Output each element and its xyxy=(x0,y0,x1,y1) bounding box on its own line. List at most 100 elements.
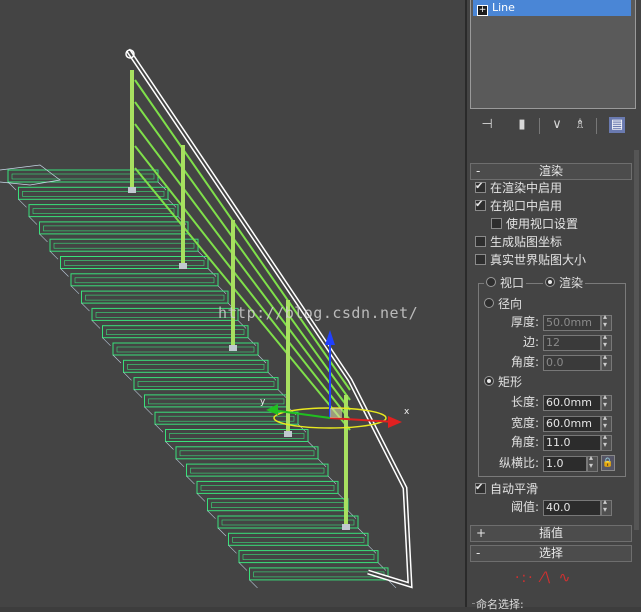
stair-step xyxy=(18,186,169,200)
gizmo-y-axis xyxy=(271,409,331,419)
post-base xyxy=(229,345,237,351)
lock-icon[interactable]: 🔒 xyxy=(601,455,615,471)
stair-wire xyxy=(297,423,307,433)
thickness-input[interactable]: 50.0mm xyxy=(543,315,601,331)
collapse-icon: - xyxy=(476,164,481,178)
stair-wire xyxy=(18,199,27,208)
expand-icon[interactable]: + xyxy=(477,5,488,16)
stair-step-inner xyxy=(169,433,305,439)
stair-wire xyxy=(307,441,317,450)
gizmo-y-label: y xyxy=(260,397,266,407)
stair-step-inner xyxy=(53,242,195,249)
toolbar-divider xyxy=(596,118,597,134)
stair-wire xyxy=(367,545,377,554)
stair-step xyxy=(207,498,349,512)
sides-input[interactable]: 12 xyxy=(543,335,601,351)
stair-wire xyxy=(249,579,258,589)
infill-rail xyxy=(134,167,351,431)
stair-wire xyxy=(70,285,80,295)
gizmo-x-arrow xyxy=(388,416,402,428)
stair-step xyxy=(175,446,319,460)
interpolation-rollout-header[interactable]: + 插值 xyxy=(470,525,632,542)
segment-icon[interactable]: ⁄\ xyxy=(541,570,552,586)
render-mode-radio[interactable]: 渲染 xyxy=(543,275,586,291)
stair-step-inner xyxy=(127,363,265,370)
stair-step-inner xyxy=(242,554,375,560)
stair-step xyxy=(217,515,359,529)
enable-in-renderer-checkbox[interactable]: 在渲染中启用 xyxy=(475,179,562,196)
show-end-result-icon[interactable]: ▮ xyxy=(514,117,530,133)
threshold-label: 阈值: xyxy=(511,500,540,514)
aspect-label: 纵横比: xyxy=(499,456,540,470)
use-viewport-settings-checkbox[interactable]: 使用视口设置 xyxy=(491,216,578,232)
stair-wire xyxy=(28,216,38,225)
radial-radio[interactable]: 径向 xyxy=(484,296,522,312)
aspect-input[interactable]: 1.0 xyxy=(543,456,587,472)
viewport-mode-radio[interactable]: 视口 xyxy=(484,275,527,291)
stair-wire xyxy=(207,268,217,277)
checkbox-icon xyxy=(475,254,486,265)
stair-wire xyxy=(327,475,337,485)
width-label: 宽度: xyxy=(511,416,540,430)
auto-smooth-checkbox[interactable]: 自动平滑 xyxy=(475,480,538,497)
stair-wire xyxy=(257,354,267,364)
radio-icon xyxy=(545,277,555,287)
stair-wire xyxy=(347,510,357,519)
enable-in-viewport-checkbox[interactable]: 在视口中启用 xyxy=(475,197,562,214)
stair-wire xyxy=(377,562,387,571)
length-input[interactable]: 60.0mm xyxy=(543,395,601,411)
stair-step-inner xyxy=(200,485,335,491)
stair-wire xyxy=(123,372,132,381)
stair-step xyxy=(133,377,279,391)
thickness-spinner[interactable] xyxy=(601,312,612,331)
configure-modifier-sets-icon[interactable]: ▤ xyxy=(609,117,625,133)
stair-step-inner xyxy=(232,536,365,543)
stair-step-inner xyxy=(95,312,235,318)
stair-wire xyxy=(317,458,327,468)
length-spinner[interactable] xyxy=(601,392,612,411)
infill-rail xyxy=(134,123,351,411)
stair-wire xyxy=(91,320,101,329)
width-spinner[interactable] xyxy=(601,413,612,432)
threshold-spinner[interactable] xyxy=(601,497,612,516)
stair-wire xyxy=(175,458,185,468)
gizmo-x-label: x xyxy=(404,407,410,417)
vertex-icon[interactable]: ·:· xyxy=(515,570,535,586)
radial-angle-spinner[interactable] xyxy=(601,352,612,371)
thickness-label: 厚度: xyxy=(511,315,540,329)
make-unique-icon[interactable]: ∨ xyxy=(549,117,565,133)
rendering-rollout-header[interactable]: - 渲染 xyxy=(470,163,632,180)
remove-modifier-icon[interactable]: ♗ xyxy=(572,117,588,133)
threshold-input[interactable]: 40.0 xyxy=(543,500,601,516)
spline-icon[interactable]: ∿ xyxy=(559,570,573,586)
stair-step-inner xyxy=(106,329,245,336)
pin-stack-icon[interactable]: ⊣ xyxy=(479,117,495,133)
expand-icon: + xyxy=(476,526,487,540)
modifier-stack-list[interactable]: + Line xyxy=(470,0,636,109)
watermark-text: http://blog.csdn.net/ xyxy=(218,304,419,322)
stair-wire xyxy=(165,441,174,450)
post-base xyxy=(179,263,187,269)
rect-angle-input[interactable]: 11.0 xyxy=(543,435,601,451)
subobject-selection-icons[interactable]: ·:· ⁄\ ∿ xyxy=(515,570,572,586)
stair-step xyxy=(91,307,239,321)
gizmo-y-arrow xyxy=(266,404,278,415)
rect-angle-spinner[interactable] xyxy=(601,432,612,451)
stair-step xyxy=(196,480,339,494)
perspective-viewport[interactable]: x y http://blog.csdn.net/ xyxy=(0,0,465,607)
rectangular-radio[interactable]: 矩形 xyxy=(484,374,522,390)
stair-wire xyxy=(207,510,216,519)
aspect-spinner[interactable] xyxy=(587,453,598,472)
modifier-stack-item-line[interactable]: + Line xyxy=(473,0,631,16)
radio-icon xyxy=(486,277,496,287)
generate-mapping-coords-checkbox[interactable]: 生成贴图坐标 xyxy=(475,234,562,250)
named-selection-label: 命名选择: xyxy=(472,598,524,611)
stair-step-inner xyxy=(190,467,325,474)
real-world-map-size-checkbox[interactable]: 真实世界贴图大小 xyxy=(475,252,586,268)
selection-rollout-header[interactable]: - 选择 xyxy=(470,545,632,562)
width-input[interactable]: 60.0mm xyxy=(543,416,601,432)
radial-angle-input[interactable]: 0.0 xyxy=(543,355,601,371)
sides-spinner[interactable] xyxy=(601,332,612,351)
stair-step-inner xyxy=(85,294,225,301)
panel-scrollbar[interactable] xyxy=(634,150,639,530)
